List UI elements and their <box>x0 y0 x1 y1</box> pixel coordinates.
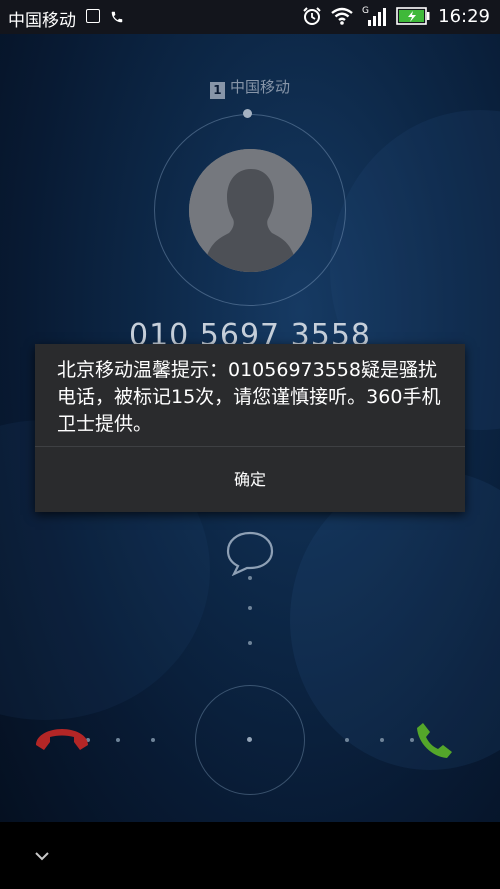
dialog-message: 北京移动温馨提示：01056973558疑是骚扰电话，被标记15次，请您谨慎接听… <box>57 359 441 435</box>
status-bar: 中国移动 G 16:29 <box>0 0 500 34</box>
network-type: G <box>362 6 369 16</box>
slider-center-dot <box>247 737 252 742</box>
status-time: 16:29 <box>438 5 490 27</box>
decline-call-icon[interactable] <box>32 725 92 755</box>
swipe-guide-dot <box>380 738 384 742</box>
status-carrier: 中国移动 <box>8 11 76 31</box>
ring-indicator-dot <box>243 109 252 118</box>
swipe-guide-dot <box>116 738 120 742</box>
swipe-guide-dot <box>151 738 155 742</box>
sim-carrier: 中国移动 <box>229 78 290 96</box>
background-shape <box>290 470 500 770</box>
chat-bubble-icon[interactable] <box>225 530 275 576</box>
caller-avatar <box>189 149 312 272</box>
image-icon <box>86 9 100 23</box>
swipe-guide-dot <box>248 576 252 580</box>
incoming-call-screen: 中国移动 G 16:29 1 中国移动 010 5697 3558 北京移动温馨… <box>0 0 500 889</box>
swipe-guide-dot <box>345 738 349 742</box>
answer-call-icon[interactable] <box>414 719 456 761</box>
sim-label: 1 中国移动 <box>0 76 500 99</box>
sim-slot-badge: 1 <box>209 82 225 99</box>
phone-icon <box>111 11 123 23</box>
status-icons: G 16:29 <box>302 5 490 27</box>
battery-charging-icon <box>396 7 430 25</box>
person-silhouette-icon <box>189 149 312 272</box>
alarm-icon <box>303 7 321 25</box>
spam-warning-dialog: 北京移动温馨提示：01056973558疑是骚扰电话，被标记15次，请您谨慎接听… <box>35 344 465 512</box>
confirm-button[interactable]: 确定 <box>35 447 465 512</box>
chevron-down-icon[interactable] <box>34 850 50 862</box>
signal-icon: G <box>362 6 387 26</box>
swipe-guide-dot <box>248 606 252 610</box>
swipe-guide-dot <box>248 641 252 645</box>
bottom-bar <box>0 822 500 889</box>
wifi-icon <box>331 7 353 25</box>
